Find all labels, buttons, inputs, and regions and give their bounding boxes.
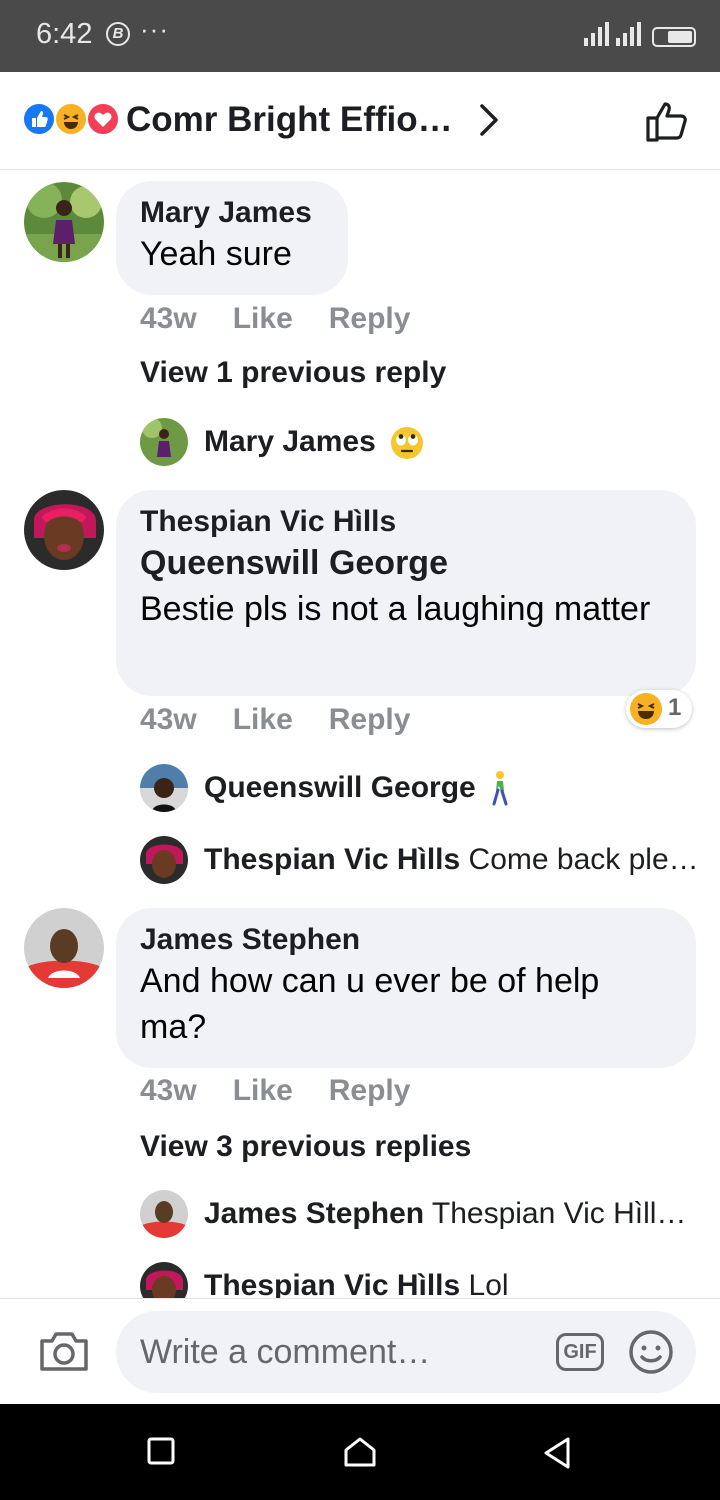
comment-author[interactable]: Thespian Vic Hìlls <box>140 504 672 540</box>
reaction-count: 1 <box>668 694 682 721</box>
avatar[interactable] <box>140 836 188 884</box>
android-nav-bar <box>0 1404 720 1500</box>
like-icon <box>22 102 56 136</box>
comment-composer: GIF <box>0 1298 720 1404</box>
avatar[interactable] <box>24 182 104 262</box>
reply-text: Thespian Vic Hìll… <box>431 1197 687 1230</box>
comment-text: And how can u ever be of help ma? <box>140 962 600 1046</box>
comment-bubble[interactable]: Thespian Vic Hìlls Queenswill George Bes… <box>116 490 696 696</box>
reply-text: Lol <box>468 1269 509 1298</box>
reply-item[interactable]: Thespian Vic Hìlls Lol <box>204 1269 509 1298</box>
love-icon <box>86 102 120 136</box>
haha-icon <box>54 102 88 136</box>
comment-actions: 43w Like Reply <box>140 302 446 336</box>
comment-actions: 43w Like Reply <box>140 1074 446 1108</box>
like-link[interactable]: Like <box>233 1074 293 1107</box>
avatar[interactable] <box>140 764 188 812</box>
reply-link[interactable]: Reply <box>329 1074 411 1107</box>
reply-item[interactable]: Thespian Vic Hìlls Come back ple… <box>204 843 699 877</box>
comment-mention[interactable]: Queenswill George <box>140 540 672 586</box>
reply-item[interactable]: Mary James <box>204 425 376 459</box>
avatar[interactable] <box>24 908 104 988</box>
reply-author[interactable]: Thespian Vic Hìlls <box>204 843 460 876</box>
back-icon[interactable] <box>542 1436 572 1470</box>
comment-input[interactable] <box>116 1311 696 1393</box>
haha-icon <box>630 693 662 725</box>
reply-author[interactable]: Thespian Vic Hìlls <box>204 1269 460 1298</box>
comment-text: Bestie pls is not a laughing matter <box>140 590 651 628</box>
reaction-count-chip[interactable]: 1 <box>626 690 692 728</box>
reaction-summary[interactable] <box>22 102 122 138</box>
page-title[interactable]: Comr Bright Effio… <box>126 100 453 140</box>
reply-item[interactable]: Queenswill George <box>204 771 476 805</box>
emoji-icon[interactable] <box>628 1329 674 1375</box>
reply-item[interactable]: James Stephen Thespian Vic Hìll… <box>204 1197 686 1231</box>
reply-author[interactable]: Mary James <box>204 425 376 458</box>
home-icon[interactable] <box>342 1436 378 1468</box>
status-bar: 6:42 B ··· <box>0 0 720 72</box>
signal-icon <box>584 22 641 46</box>
avatar[interactable] <box>140 418 188 466</box>
like-link[interactable]: Like <box>233 302 293 335</box>
reply-author[interactable]: Queenswill George <box>204 771 476 804</box>
view-previous-replies[interactable]: View 1 previous reply <box>140 356 446 390</box>
thumbs-up-icon[interactable] <box>644 98 692 144</box>
comment-bubble[interactable]: Mary James Yeah sure <box>116 181 348 295</box>
comments-list[interactable]: Mary James Yeah sure 43w Like Reply View 1… <box>0 170 720 1298</box>
comment-time: 43w <box>140 1074 197 1107</box>
comment-time: 43w <box>140 302 197 335</box>
reactions-header: Comr Bright Effio… <box>0 72 720 170</box>
comment-bubble[interactable]: James Stephen And how can u ever be of h… <box>116 908 696 1068</box>
gif-button[interactable]: GIF <box>556 1333 604 1371</box>
like-link[interactable]: Like <box>233 703 293 736</box>
reply-link[interactable]: Reply <box>329 703 411 736</box>
view-previous-replies[interactable]: View 3 previous replies <box>140 1130 471 1164</box>
rolling-eyes-emoji-icon <box>391 427 423 459</box>
avatar[interactable] <box>140 1262 188 1298</box>
camera-icon[interactable] <box>38 1329 90 1373</box>
comment-author[interactable]: Mary James <box>140 195 324 231</box>
chevron-right-icon[interactable] <box>474 100 504 140</box>
reply-author[interactable]: James Stephen <box>204 1197 424 1230</box>
status-more-dots: ··· <box>140 14 169 44</box>
reply-text: Come back ple… <box>468 843 699 876</box>
recent-apps-icon[interactable] <box>146 1436 176 1466</box>
battery-icon <box>652 27 696 47</box>
status-time: 6:42 <box>36 18 93 50</box>
status-b-badge: B <box>106 22 130 46</box>
avatar[interactable] <box>24 490 104 570</box>
avatar[interactable] <box>140 1190 188 1238</box>
person-walking-emoji-icon <box>492 771 508 806</box>
reply-link[interactable]: Reply <box>329 302 411 335</box>
comment-author[interactable]: James Stephen <box>140 922 672 958</box>
comment-time: 43w <box>140 703 197 736</box>
comment-actions: 43w Like Reply <box>140 703 446 737</box>
comment-text: Yeah sure <box>140 235 292 273</box>
